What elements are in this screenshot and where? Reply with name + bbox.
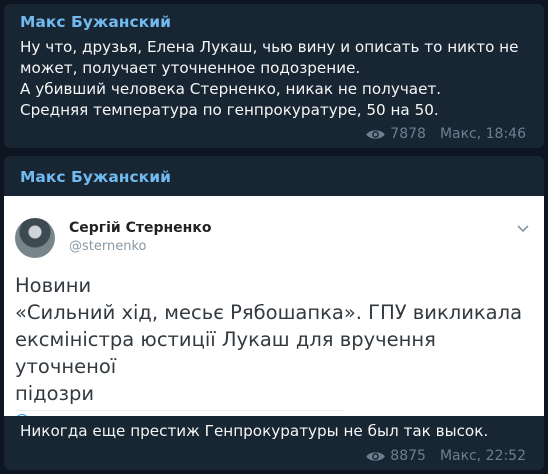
message-author[interactable]: Макс Бужанский xyxy=(20,168,171,186)
tweet-line: Новини xyxy=(15,274,92,297)
message-bubble[interactable]: Макс Бужанский Сергій Стерненко @sternen… xyxy=(4,156,544,470)
message-author[interactable]: Макс Бужанский xyxy=(20,13,171,31)
message-line: Ну что, друзья, Елена Лукаш, чью вину и … xyxy=(20,38,519,56)
tweet-line: підозри xyxy=(15,382,94,405)
tweet-line: «Сильний хід, месьє Рябошапка». ГПУ викл… xyxy=(15,301,523,324)
tweet-author-handle: @sternenko xyxy=(69,239,147,254)
chevron-down-icon xyxy=(517,225,529,233)
message-signature: Макс, 18:46 xyxy=(439,126,526,142)
quoted-tweet-preview xyxy=(15,410,345,416)
quoted-avatar-icon xyxy=(15,414,29,416)
message-text: Ну что, друзья, Елена Лукаш, чью вину и … xyxy=(20,37,532,121)
eye-icon xyxy=(366,129,386,139)
message-line: может, получает уточненное подозрение. xyxy=(20,59,361,77)
message-line: А убивший человека Стерненко, никак не п… xyxy=(20,80,442,98)
message-meta: 8875 Макс, 22:52 xyxy=(365,448,526,464)
tweet-screenshot[interactable]: Сергій Стерненко @sternenko Новини «Силь… xyxy=(4,196,544,416)
tweet-text: Новини «Сильний хід, месьє Рябошапка». Г… xyxy=(15,272,534,407)
message-meta: 7878 Макс, 18:46 xyxy=(365,126,526,142)
message-line: Средняя температура по генпрокуратуре, 5… xyxy=(20,101,439,119)
views-count: 8875 xyxy=(390,448,426,464)
message-caption: Никогда еще престиж Генпрокуратуры не бы… xyxy=(20,422,489,440)
views-counter: 7878 xyxy=(365,126,426,142)
avatar xyxy=(15,218,55,258)
tweet-line: ексміністра юстиції Лукаш для вручення у… xyxy=(15,328,436,378)
message-signature: Макс, 22:52 xyxy=(439,448,526,464)
views-count: 7878 xyxy=(390,126,426,142)
tweet-author-name: Сергій Стерненко xyxy=(69,220,212,236)
views-counter: 8875 xyxy=(365,448,426,464)
eye-icon xyxy=(366,451,386,461)
message-bubble[interactable]: Макс Бужанский Ну что, друзья, Елена Лук… xyxy=(4,4,544,148)
